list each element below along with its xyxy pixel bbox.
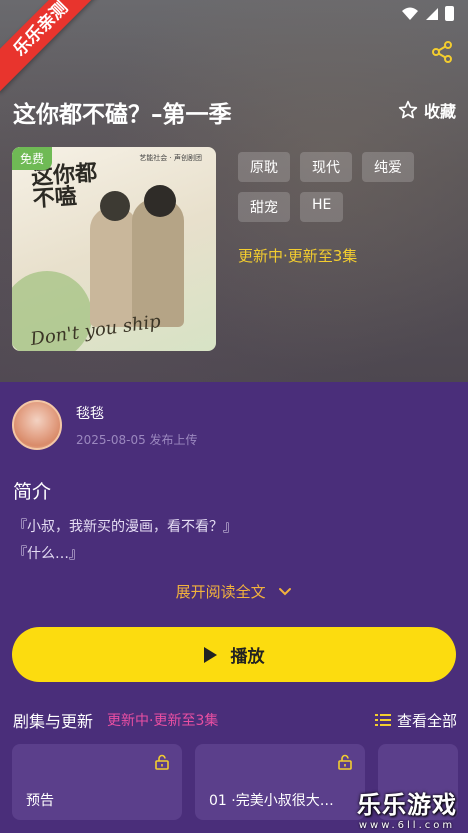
intro-title: 简介 <box>13 481 52 503</box>
tag[interactable]: 现代 <box>300 152 352 182</box>
collect-label: 收藏 <box>423 102 456 121</box>
battery-icon <box>445 6 454 21</box>
collect-button[interactable]: 收藏 <box>398 98 456 122</box>
publish-date: 2025-08-05 发布上传 <box>76 432 198 447</box>
watermark-text: 乐乐游戏 <box>357 791 457 819</box>
tag-list: 原耽 现代 纯爱 甜宠 HE <box>238 152 458 222</box>
episode-card[interactable]: 预告 <box>12 744 182 820</box>
expand-label: 展开阅读全文 <box>175 583 266 601</box>
status-bar <box>401 6 454 21</box>
play-label: 播放 <box>230 647 265 667</box>
view-all-button[interactable]: 查看全部 <box>374 710 457 731</box>
update-status: 更新中·更新至3集 <box>238 247 358 265</box>
episode-label: 01 ·完美小叔很大… <box>209 793 334 809</box>
tag[interactable]: 纯爱 <box>362 152 414 182</box>
episodes-title: 剧集与更新 <box>13 712 94 731</box>
site-watermark: 乐乐游戏 www.6ll.com <box>348 785 466 831</box>
author-row[interactable]: 毯毯 2025-08-05 发布上传 <box>12 400 198 450</box>
view-all-label: 查看全部 <box>396 711 457 730</box>
share-icon[interactable] <box>430 40 454 64</box>
episodes-header: 剧集与更新 更新中·更新至3集 查看全部 <box>13 708 457 732</box>
cover-head-left <box>100 191 130 221</box>
author-name: 毯毯 <box>76 405 104 422</box>
episode-label: 预告 <box>26 793 54 809</box>
list-icon <box>374 714 391 726</box>
play-icon <box>203 646 217 663</box>
expand-intro-button[interactable]: 展开阅读全文 <box>0 581 468 602</box>
cover-title: 这你都 不嗑 <box>30 160 99 213</box>
author-info: 毯毯 2025-08-05 发布上传 <box>76 403 198 448</box>
wifi-icon <box>402 7 418 20</box>
cover-figure-left <box>90 207 138 327</box>
cover-logo: 艺能社会 · 声创剧团 <box>139 154 202 162</box>
star-icon <box>398 100 418 119</box>
hero-header: 乐乐亲测 这你都不磕？–第一季 收藏 这你都 不嗑 艺能社会 · 声创剧团 Do… <box>0 0 468 382</box>
tag[interactable]: 甜宠 <box>238 192 290 222</box>
play-button[interactable]: 播放 <box>12 627 456 682</box>
chevron-down-icon <box>279 588 292 596</box>
cover-image[interactable]: 这你都 不嗑 艺能社会 · 声创剧团 Don't you ship 免费 <box>12 147 216 351</box>
tag[interactable]: 原耽 <box>238 152 290 182</box>
avatar[interactable] <box>12 400 62 450</box>
intro-text-line: 『小叔，我新买的漫画，看不看？』 <box>13 519 237 535</box>
page-title: 这你都不磕？–第一季 <box>13 102 232 128</box>
signal-icon <box>426 7 438 20</box>
unlock-icon <box>338 754 352 770</box>
episodes-status: 更新中·更新至3集 <box>107 713 219 729</box>
episode-card[interactable]: 01 ·完美小叔很大… <box>195 744 365 820</box>
tag[interactable]: HE <box>300 192 344 222</box>
watermark-url: www.6ll.com <box>358 820 456 831</box>
cover-figure-right <box>132 199 184 327</box>
cover-head-right <box>144 185 176 217</box>
free-badge: 免费 <box>12 147 53 170</box>
unlock-icon <box>155 754 169 770</box>
intro-text-line: 『什么…』 <box>13 546 83 562</box>
